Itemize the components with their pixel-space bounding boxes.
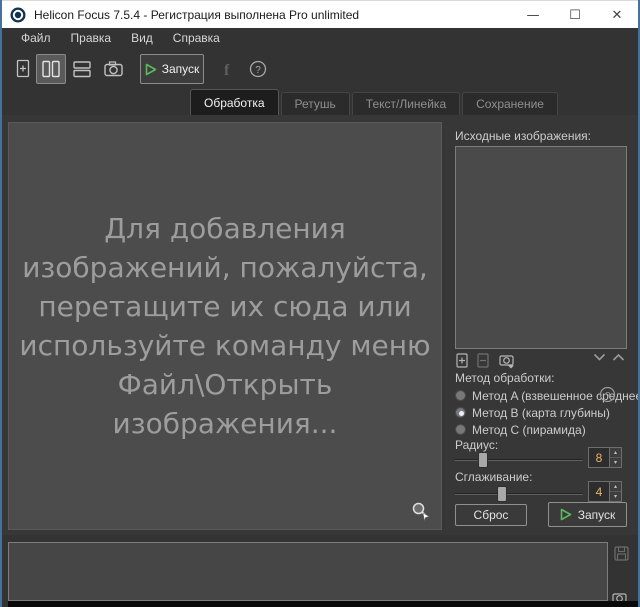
camera-capture-button[interactable] xyxy=(499,353,517,369)
image-drop-zone[interactable]: Для добавления изображений, пожалуйста, … xyxy=(8,122,442,530)
smoothing-value: 4 xyxy=(595,484,603,499)
run-button-label: Запуск xyxy=(577,507,616,522)
menu-view[interactable]: Вид xyxy=(121,29,163,48)
menu-help[interactable]: Справка xyxy=(163,29,230,48)
facebook-button[interactable]: f xyxy=(216,54,238,84)
run-toolbar-button[interactable]: Запуск xyxy=(140,54,204,84)
radius-value: 8 xyxy=(595,450,603,465)
method-c-option[interactable]: Метод C (пирамида) xyxy=(455,421,638,438)
run-toolbar-label: Запуск xyxy=(161,62,200,76)
method-b-label: Метод B (карта глубины) xyxy=(472,405,610,420)
vertical-split-icon xyxy=(42,60,60,78)
bottom-scrollbar[interactable] xyxy=(8,601,638,607)
smoothing-slider[interactable] xyxy=(455,486,583,502)
help-icon: ? xyxy=(599,386,616,403)
tab-saving-label: Сохранение xyxy=(476,97,544,111)
spin-down-icon[interactable]: ▾ xyxy=(610,492,621,501)
menu-bar: Файл Правка Вид Справка xyxy=(2,28,638,49)
method-help-button[interactable]: ? xyxy=(599,386,616,403)
tab-saving[interactable]: Сохранение xyxy=(462,92,558,115)
spin-down-icon[interactable]: ▾ xyxy=(610,458,621,467)
smoothing-spinbox[interactable]: 4 ▴ ▾ xyxy=(588,481,622,502)
settings-panel: Исходные изображения: Метод обработки: М… xyxy=(448,115,638,535)
smoothing-steppers: ▴ ▾ xyxy=(609,482,621,501)
source-images-list[interactable] xyxy=(455,146,627,349)
method-label: Метод обработки: xyxy=(455,371,555,385)
svg-text:?: ? xyxy=(605,390,610,401)
menu-edit[interactable]: Правка xyxy=(61,29,122,48)
radius-slider[interactable] xyxy=(455,452,583,468)
helicon-logo-icon xyxy=(10,7,26,22)
bottom-panel xyxy=(2,535,638,607)
vertical-split-view-button[interactable] xyxy=(36,54,66,84)
smoothing-label: Сглаживание: xyxy=(455,470,533,484)
add-file-icon xyxy=(16,59,30,78)
slider-track xyxy=(455,459,583,461)
facebook-icon: f xyxy=(224,62,230,79)
radio-unselected-icon xyxy=(455,424,466,435)
radius-slider-handle[interactable] xyxy=(478,452,489,468)
slider-track xyxy=(455,493,583,495)
camera-icon xyxy=(104,61,123,77)
method-c-label: Метод C (пирамида) xyxy=(472,422,586,437)
toolbar: Запуск f ? xyxy=(2,49,638,88)
minimize-button[interactable]: — xyxy=(512,1,554,29)
spin-up-icon[interactable]: ▴ xyxy=(610,448,621,458)
tab-retouch[interactable]: Ретушь xyxy=(280,92,350,115)
source-list-toolbar xyxy=(455,353,627,369)
help-icon: ? xyxy=(249,60,267,78)
maximize-button[interactable]: ☐ xyxy=(554,1,596,29)
horizontal-split-view-button[interactable] xyxy=(68,54,96,84)
play-icon xyxy=(145,63,157,75)
move-down-icon[interactable] xyxy=(593,353,606,362)
tab-retouch-label: Ретушь xyxy=(294,97,336,111)
magnifier-icon[interactable] xyxy=(411,501,431,521)
remove-image-button[interactable] xyxy=(477,353,490,368)
radius-label: Радиус: xyxy=(455,438,499,452)
app-window: Helicon Focus 7.5.4 - Регистрация выполн… xyxy=(0,0,640,607)
tab-processing-label: Обработка xyxy=(204,95,265,110)
svg-text:?: ? xyxy=(255,65,261,76)
method-b-option[interactable]: Метод B (карта глубины) xyxy=(455,404,638,421)
tab-text-ruler[interactable]: Текст/Линейка xyxy=(351,92,461,115)
drop-zone-message: Для добавления изображений, пожалуйста, … xyxy=(19,212,431,440)
svg-text:f: f xyxy=(224,62,230,79)
add-image-button[interactable] xyxy=(456,353,469,368)
horizontal-split-icon xyxy=(73,61,91,78)
move-up-icon[interactable] xyxy=(612,353,625,362)
radius-spinbox[interactable]: 8 ▴ ▾ xyxy=(588,447,622,468)
window-title: Helicon Focus 7.5.4 - Регистрация выполн… xyxy=(34,7,360,22)
radius-steppers: ▴ ▾ xyxy=(609,448,621,467)
tab-bar: Обработка Ретушь Текст/Линейка Сохранени… xyxy=(2,88,638,115)
reset-button[interactable]: Сброс xyxy=(455,504,527,526)
camera-button[interactable] xyxy=(100,54,128,84)
main-area: Для добавления изображений, пожалуйста, … xyxy=(2,115,638,535)
save-icon[interactable] xyxy=(614,546,629,561)
tab-processing[interactable]: Обработка xyxy=(190,89,279,115)
tab-text-ruler-label: Текст/Линейка xyxy=(365,97,447,111)
radio-unselected-icon xyxy=(455,390,466,401)
source-images-label: Исходные изображения: xyxy=(455,129,591,143)
smoothing-slider-handle[interactable] xyxy=(497,486,508,502)
radio-selected-icon xyxy=(455,407,466,418)
add-images-button[interactable] xyxy=(10,54,36,84)
window-controls: — ☐ ✕ xyxy=(512,1,638,29)
title-bar: Helicon Focus 7.5.4 - Регистрация выполн… xyxy=(2,0,638,28)
close-button[interactable]: ✕ xyxy=(596,1,638,29)
menu-file[interactable]: Файл xyxy=(11,29,61,48)
results-strip[interactable] xyxy=(8,542,608,601)
spin-up-icon[interactable]: ▴ xyxy=(610,482,621,492)
help-button[interactable]: ? xyxy=(246,54,270,84)
play-icon xyxy=(560,508,572,521)
run-button[interactable]: Запуск xyxy=(548,502,627,527)
reset-button-label: Сброс xyxy=(473,508,509,522)
